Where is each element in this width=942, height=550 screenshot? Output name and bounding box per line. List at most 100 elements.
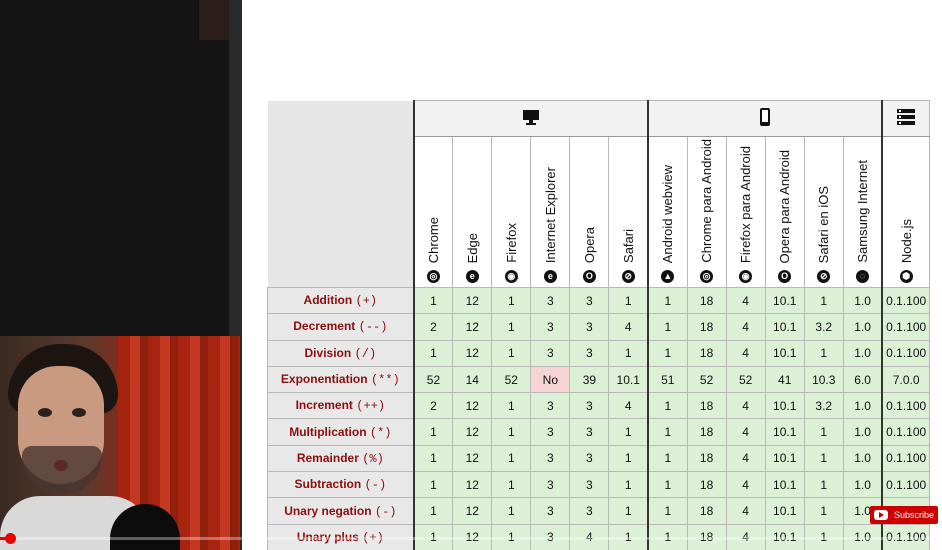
support-cell[interactable]: 3.2 <box>803 313 844 341</box>
support-cell[interactable]: 3 <box>569 286 610 315</box>
support-cell[interactable]: 1 <box>608 286 650 315</box>
support-cell[interactable]: 1 <box>413 497 454 525</box>
support-cell[interactable]: 3 <box>569 339 610 367</box>
compat-table-container[interactable]: Chrome ◎ Edge e Firefox ◉ Internet Explorer e Op… <box>267 100 930 550</box>
support-cell[interactable]: 4 <box>725 339 766 367</box>
support-cell[interactable]: 0.1.100 <box>881 444 930 473</box>
support-cell[interactable]: 4 <box>608 313 650 341</box>
support-cell[interactable]: 4 <box>725 392 766 420</box>
support-cell[interactable]: 3 <box>569 418 610 446</box>
support-cell[interactable]: 2 <box>413 392 454 420</box>
support-cell[interactable]: 18 <box>686 392 727 420</box>
support-cell[interactable]: 10.1 <box>764 418 805 446</box>
support-cell[interactable]: 1 <box>803 286 844 315</box>
feature-name-cell[interactable]: Division (/) <box>267 339 415 367</box>
video-progress-track[interactable] <box>0 537 942 540</box>
support-cell[interactable]: 1 <box>608 444 650 473</box>
support-cell[interactable]: 1 <box>647 339 688 367</box>
feature-name-cell[interactable]: Multiplication (*) <box>267 418 415 446</box>
support-cell[interactable]: 10.1 <box>608 365 650 394</box>
support-cell[interactable]: 0.1.100 <box>881 339 930 367</box>
support-cell[interactable]: 2 <box>413 313 454 341</box>
support-cell[interactable]: 1 <box>647 444 688 473</box>
support-cell[interactable]: 14 <box>452 365 493 394</box>
support-cell[interactable]: 10.3 <box>803 365 844 394</box>
support-cell[interactable]: 1.0 <box>842 392 884 420</box>
support-cell[interactable]: No <box>530 365 571 394</box>
support-cell[interactable]: 12 <box>452 286 493 315</box>
support-cell[interactable]: 1 <box>608 418 650 446</box>
feature-name-cell[interactable]: Remainder (%) <box>267 444 415 473</box>
support-cell[interactable]: 1 <box>491 339 532 367</box>
support-cell[interactable]: 1 <box>491 286 532 315</box>
support-cell[interactable]: 12 <box>452 444 493 473</box>
support-cell[interactable]: 3 <box>569 444 610 473</box>
support-cell[interactable]: 1 <box>647 471 688 499</box>
support-cell[interactable]: 4 <box>725 286 766 315</box>
support-cell[interactable]: 1 <box>491 444 532 473</box>
support-cell[interactable]: 1 <box>413 339 454 367</box>
feature-name-cell[interactable]: Decrement (--) <box>267 313 415 341</box>
support-cell[interactable]: 10.1 <box>764 392 805 420</box>
support-cell[interactable]: 1 <box>608 471 650 499</box>
support-cell[interactable]: 10.1 <box>764 286 805 315</box>
support-cell[interactable]: 4 <box>725 418 766 446</box>
support-cell[interactable]: 1 <box>647 392 688 420</box>
support-cell[interactable]: 1.0 <box>842 418 884 446</box>
support-cell[interactable]: 10.1 <box>764 444 805 473</box>
support-cell[interactable]: 10.1 <box>764 471 805 499</box>
support-cell[interactable]: 3 <box>530 392 571 420</box>
support-cell[interactable]: 1 <box>491 471 532 499</box>
support-cell[interactable]: 18 <box>686 286 727 315</box>
feature-name-cell[interactable]: Subtraction (-) <box>267 471 415 499</box>
support-cell[interactable]: 12 <box>452 392 493 420</box>
support-cell[interactable]: 1 <box>803 444 844 473</box>
support-cell[interactable]: 6.0 <box>842 365 884 394</box>
support-cell[interactable]: 3 <box>530 471 571 499</box>
feature-name-cell[interactable]: Addition (+) <box>267 286 415 315</box>
support-cell[interactable]: 18 <box>686 418 727 446</box>
support-cell[interactable]: 0.1.100 <box>881 471 930 499</box>
support-cell[interactable]: 51 <box>647 365 688 394</box>
support-cell[interactable]: 1 <box>647 313 688 341</box>
support-cell[interactable]: 52 <box>491 365 532 394</box>
support-cell[interactable]: 1 <box>647 497 688 525</box>
video-progress-handle[interactable] <box>4 533 16 544</box>
support-cell[interactable]: 18 <box>686 444 727 473</box>
support-cell[interactable]: 18 <box>686 339 727 367</box>
support-cell[interactable]: 18 <box>686 497 727 525</box>
support-cell[interactable]: 0.1.100 <box>881 418 930 446</box>
support-cell[interactable]: 3 <box>569 392 610 420</box>
support-cell[interactable]: 12 <box>452 313 493 341</box>
support-cell[interactable]: 3 <box>530 313 571 341</box>
support-cell[interactable]: 18 <box>686 313 727 341</box>
support-cell[interactable]: 1 <box>803 339 844 367</box>
support-cell[interactable]: 12 <box>452 418 493 446</box>
support-cell[interactable]: 3 <box>530 418 571 446</box>
support-cell[interactable]: 1.0 <box>842 444 884 473</box>
support-cell[interactable]: 1 <box>413 444 454 473</box>
support-cell[interactable]: 10.1 <box>764 497 805 525</box>
support-cell[interactable]: 1 <box>491 313 532 341</box>
support-cell[interactable]: 1 <box>647 286 688 315</box>
support-cell[interactable]: 0.1.100 <box>881 313 930 341</box>
support-cell[interactable]: 1 <box>413 418 454 446</box>
support-cell[interactable]: 52 <box>686 365 727 394</box>
support-cell[interactable]: 4 <box>725 444 766 473</box>
support-cell[interactable]: 1.0 <box>842 471 884 499</box>
support-cell[interactable]: 39 <box>569 365 610 394</box>
feature-name-cell[interactable]: Increment (++) <box>267 392 415 420</box>
support-cell[interactable]: 3 <box>569 313 610 341</box>
support-cell[interactable]: 1 <box>803 471 844 499</box>
support-cell[interactable]: 1 <box>413 286 454 315</box>
support-cell[interactable]: 1 <box>608 497 650 525</box>
support-cell[interactable]: 1 <box>491 418 532 446</box>
support-cell[interactable]: 10.1 <box>764 313 805 341</box>
support-cell[interactable]: 3 <box>530 497 571 525</box>
support-cell[interactable]: 1 <box>803 497 844 525</box>
support-cell[interactable]: 0.1.100 <box>881 286 930 315</box>
support-cell[interactable]: 1 <box>491 392 532 420</box>
support-cell[interactable]: 52 <box>725 365 766 394</box>
support-cell[interactable]: 4 <box>725 471 766 499</box>
support-cell[interactable]: 3 <box>569 497 610 525</box>
